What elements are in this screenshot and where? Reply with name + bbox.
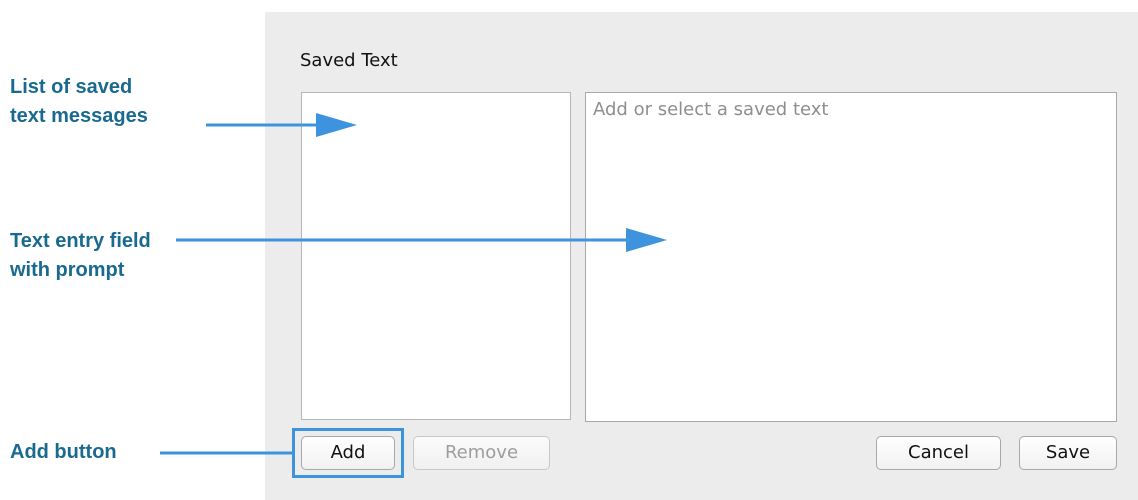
callout-saved-list-line-2: text messages	[10, 105, 148, 127]
callout-saved-list: List of saved text messages	[10, 73, 148, 131]
callout-add-button: Add button	[10, 441, 117, 463]
dialog-title: Saved Text	[300, 50, 398, 71]
save-button[interactable]: Save	[1019, 436, 1117, 470]
remove-button[interactable]: Remove	[413, 436, 550, 470]
callout-saved-list-line-1: List of saved	[10, 76, 133, 98]
callout-text-entry-line-2: with prompt	[10, 259, 125, 281]
callout-text-entry: Text entry field with prompt	[10, 227, 151, 285]
saved-text-entry-field[interactable]	[585, 92, 1117, 422]
callout-text-entry-line-1: Text entry field	[10, 230, 151, 252]
cancel-button[interactable]: Cancel	[876, 436, 1001, 470]
saved-text-list[interactable]	[301, 92, 571, 420]
add-button[interactable]: Add	[301, 436, 395, 470]
